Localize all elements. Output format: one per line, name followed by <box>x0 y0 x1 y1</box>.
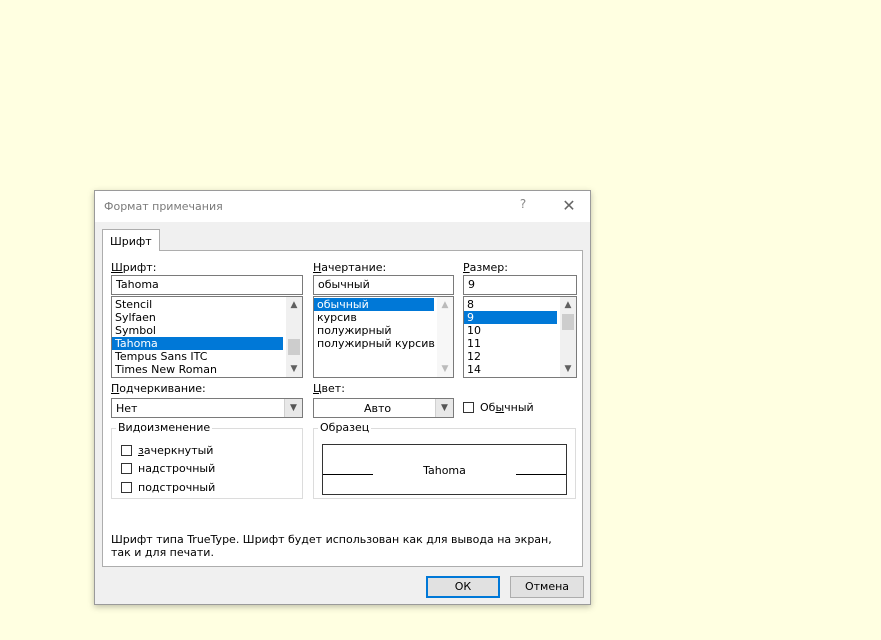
scroll-down-icon[interactable]: ▼ <box>286 362 302 376</box>
cancel-button[interactable]: Отмена <box>510 576 584 598</box>
list-item[interactable]: Sylfaen <box>112 311 302 324</box>
list-item[interactable]: курсив <box>314 311 453 324</box>
underline-label: Подчеркивание: <box>111 382 206 395</box>
style-list-scrollbar: ▲ ▼ <box>437 297 453 377</box>
preview-text: Tahoma <box>423 464 466 477</box>
effects-group-title: Видоизменение <box>116 421 213 434</box>
font-info-text: Шрифт типа TrueType. Шрифт будет использ… <box>111 533 552 559</box>
color-label: Цвет: <box>313 382 345 395</box>
close-button[interactable]: ✕ <box>557 196 581 216</box>
format-comment-dialog: Формат примечания ? ✕ Шрифт Шрифт: Tahom… <box>94 190 591 605</box>
subscript-label[interactable]: подстрочный <box>138 481 215 494</box>
scroll-thumb[interactable] <box>288 339 300 355</box>
normal-font-checkbox[interactable] <box>463 402 474 413</box>
tab-font-label: Шрифт <box>110 235 152 248</box>
list-item[interactable]: Tempus Sans ITC <box>112 350 302 363</box>
font-name-input[interactable]: Tahoma <box>111 275 303 295</box>
font-tab-panel: Шрифт: Tahoma Stencil Sylfaen Symbol Tah… <box>102 250 583 567</box>
scroll-down-icon[interactable]: ▼ <box>560 362 576 376</box>
strikethrough-checkbox[interactable] <box>121 445 132 456</box>
size-label: Размер: <box>463 261 508 274</box>
scroll-thumb[interactable] <box>562 314 574 330</box>
title-bar: Формат примечания ? ✕ <box>95 191 590 222</box>
normal-font-label[interactable]: Обычный <box>480 401 534 414</box>
list-item[interactable]: полужирный курсив <box>314 337 453 350</box>
list-item[interactable]: полужирный <box>314 324 453 337</box>
preview-group-title: Образец <box>318 421 372 434</box>
color-select[interactable]: Авто ▼ <box>313 398 454 418</box>
style-list[interactable]: обычный курсив полужирный полужирный кур… <box>313 296 454 378</box>
size-list[interactable]: 8 9 10 11 12 14 ▲ ▼ <box>463 296 577 378</box>
subscript-checkbox[interactable] <box>121 482 132 493</box>
scroll-up-icon[interactable]: ▲ <box>286 298 302 312</box>
size-input[interactable]: 9 <box>463 275 577 295</box>
effects-group: Видоизменение зачеркнутый надстрочный по… <box>111 421 303 499</box>
scroll-down-icon: ▼ <box>441 364 449 374</box>
size-list-scrollbar[interactable]: ▲ ▼ <box>560 297 576 377</box>
help-button[interactable]: ? <box>513 197 533 215</box>
list-item-selected[interactable]: 9 <box>464 311 557 324</box>
ok-button[interactable]: ОК <box>426 576 500 598</box>
underline-select-value: Нет <box>116 402 138 415</box>
style-label: Начертание: <box>313 261 387 274</box>
scroll-up-icon[interactable]: ▲ <box>560 298 576 312</box>
list-item[interactable]: Symbol <box>112 324 302 337</box>
font-list[interactable]: Stencil Sylfaen Symbol Tahoma Tempus San… <box>111 296 303 378</box>
superscript-label[interactable]: надстрочный <box>138 462 215 475</box>
tab-font[interactable]: Шрифт <box>102 229 160 251</box>
list-item[interactable]: Times New Roman <box>112 363 302 376</box>
list-item[interactable]: Stencil <box>112 298 302 311</box>
underline-select[interactable]: Нет ▼ <box>111 398 303 418</box>
chevron-down-icon[interactable]: ▼ <box>284 399 302 417</box>
preview-box: Tahoma <box>322 444 567 495</box>
style-input[interactable]: обычный <box>313 275 454 295</box>
preview-group: Образец Tahoma <box>313 421 576 499</box>
strikethrough-label[interactable]: зачеркнутый <box>138 444 213 457</box>
font-label: Шрифт: <box>111 261 157 274</box>
superscript-checkbox[interactable] <box>121 463 132 474</box>
font-list-scrollbar[interactable]: ▲ ▼ <box>286 297 302 377</box>
list-item-selected[interactable]: обычный <box>314 298 434 311</box>
scroll-up-icon: ▲ <box>441 300 449 310</box>
color-select-value: Авто <box>364 402 392 415</box>
dialog-title: Формат примечания <box>104 200 223 213</box>
chevron-down-icon[interactable]: ▼ <box>435 399 453 417</box>
list-item-selected[interactable]: Tahoma <box>112 337 283 350</box>
